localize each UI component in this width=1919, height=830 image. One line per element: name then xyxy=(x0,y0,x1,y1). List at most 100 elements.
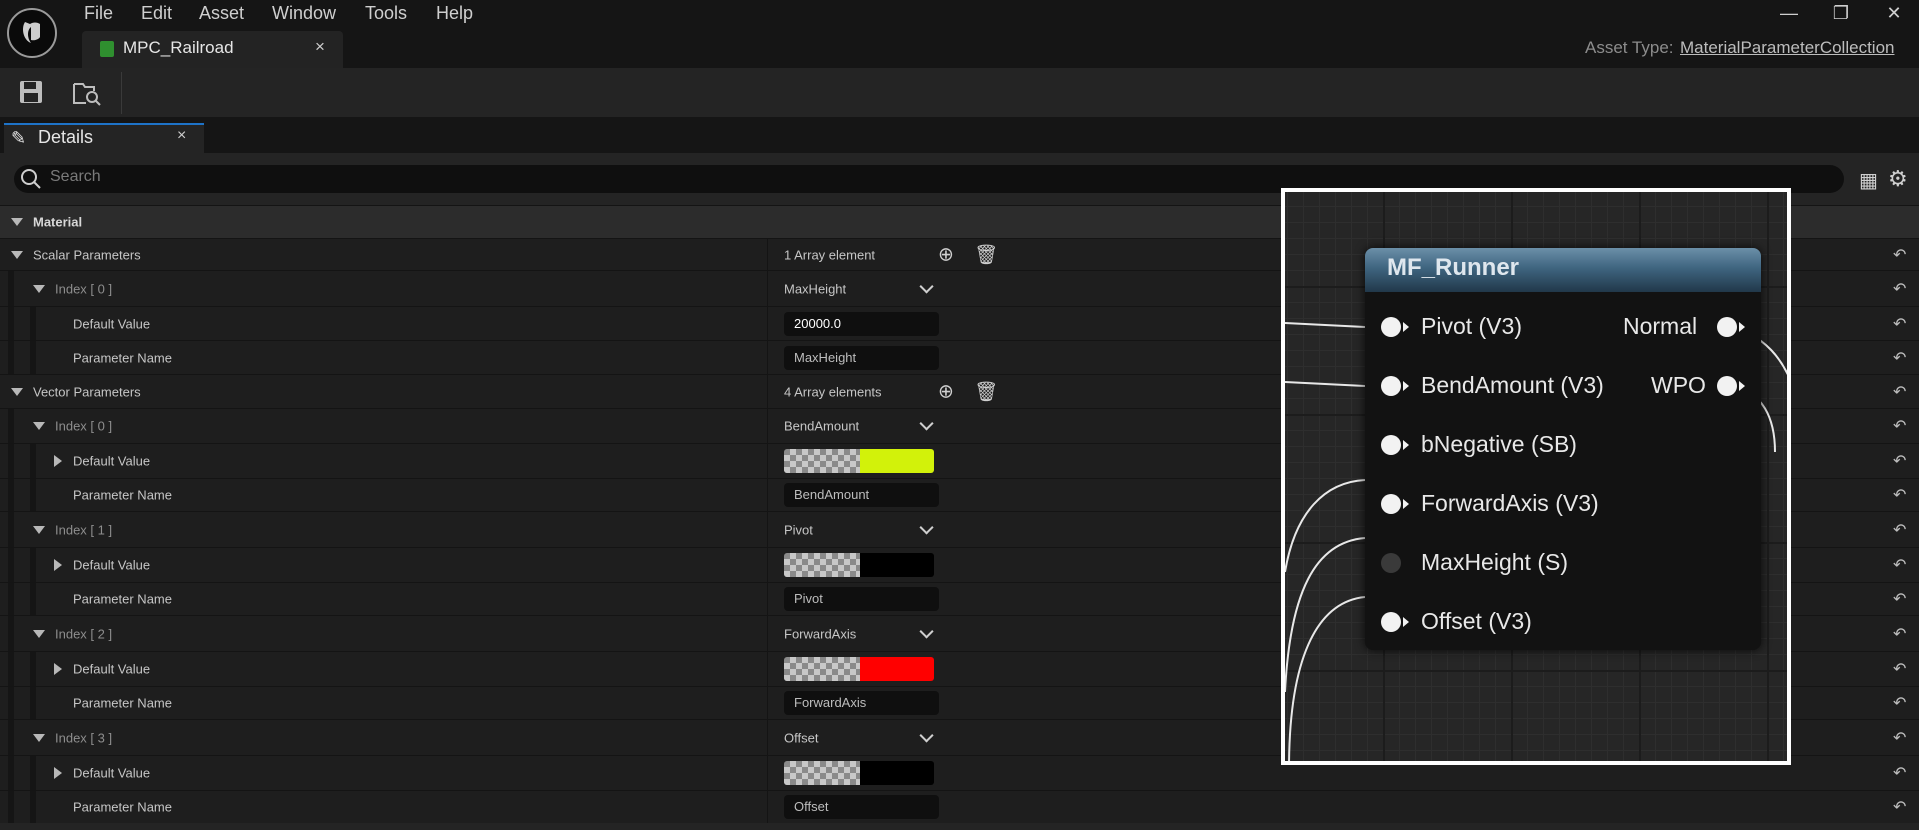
details-close-icon[interactable]: × xyxy=(177,127,186,145)
input-pin[interactable] xyxy=(1381,435,1401,455)
expand-arrow-icon[interactable] xyxy=(54,455,62,467)
material-node-overlay: MF_Runner Pivot (V3) BendAmount (V3) bNe… xyxy=(1281,188,1791,765)
asset-type-label: Asset Type: xyxy=(1585,38,1674,57)
reset-icon[interactable]: ↶ xyxy=(1893,589,1906,609)
settings-gear-icon[interactable]: ⚙ xyxy=(1888,166,1908,192)
reset-icon[interactable]: ↶ xyxy=(1893,797,1906,817)
restore-button[interactable]: ❐ xyxy=(1821,0,1861,26)
reset-icon[interactable]: ↶ xyxy=(1893,245,1906,265)
input-pin[interactable] xyxy=(1381,612,1401,632)
collapse-arrow-icon[interactable] xyxy=(33,284,45,293)
pin-arrow-icon xyxy=(1403,322,1409,332)
reset-icon[interactable]: ↶ xyxy=(1893,314,1906,334)
input-pin[interactable] xyxy=(1381,494,1401,514)
color-swatch[interactable] xyxy=(784,657,934,681)
collapse-arrow-icon[interactable] xyxy=(33,422,45,430)
input-pin[interactable] xyxy=(1381,317,1401,337)
color-swatch[interactable] xyxy=(784,449,934,473)
output-pin[interactable] xyxy=(1717,317,1737,337)
parameter-name-field[interactable]: ForwardAxis xyxy=(784,691,939,715)
delete-all-icon[interactable]: 🗑 xyxy=(974,243,998,267)
vector-param-name-row: Parameter Name Offset ↶ xyxy=(0,790,1919,823)
parameter-combo[interactable]: MaxHeight xyxy=(784,281,846,296)
column-divider xyxy=(767,271,768,306)
property-label: Default Value xyxy=(73,661,151,677)
indent-bar xyxy=(30,479,36,511)
indent-bar xyxy=(8,479,14,511)
expand-arrow-icon[interactable] xyxy=(54,663,62,675)
reset-icon[interactable]: ↶ xyxy=(1893,693,1906,713)
parameter-combo[interactable]: ForwardAxis xyxy=(784,626,856,641)
indent-bar xyxy=(30,756,36,790)
reset-icon[interactable]: ↶ xyxy=(1893,520,1906,540)
input-pin[interactable] xyxy=(1381,376,1401,396)
material-parameter-collection-icon xyxy=(100,41,114,57)
input-pin[interactable] xyxy=(1381,553,1401,573)
default-value-field[interactable]: 20000.0 xyxy=(784,311,939,336)
browse-to-asset-icon[interactable] xyxy=(72,79,102,107)
chevron-down-icon[interactable] xyxy=(919,278,934,294)
parameter-name-field[interactable]: MaxHeight xyxy=(784,345,939,370)
tab-close-icon[interactable]: × xyxy=(315,37,325,57)
reset-icon[interactable]: ↶ xyxy=(1893,555,1906,575)
table-view-icon[interactable]: ▦ xyxy=(1859,168,1878,193)
delete-all-icon[interactable]: 🗑 xyxy=(974,380,998,404)
parameter-name-field[interactable]: BendAmount xyxy=(784,483,939,507)
material-function-node[interactable]: MF_Runner Pivot (V3) BendAmount (V3) bNe… xyxy=(1365,248,1761,650)
reset-icon[interactable]: ↶ xyxy=(1893,728,1906,748)
collapse-arrow-icon[interactable] xyxy=(11,218,23,226)
property-label: Parameter Name xyxy=(73,591,172,607)
color-swatch[interactable] xyxy=(784,553,934,577)
chevron-down-icon[interactable] xyxy=(919,519,934,535)
menu-edit[interactable]: Edit xyxy=(141,0,172,26)
reset-icon[interactable]: ↶ xyxy=(1893,279,1906,299)
indent-bar xyxy=(30,444,36,478)
column-divider xyxy=(767,341,768,374)
reset-icon[interactable]: ↶ xyxy=(1893,624,1906,644)
reset-icon[interactable]: ↶ xyxy=(1893,416,1906,436)
add-element-icon[interactable]: ⊕ xyxy=(938,380,954,403)
parameter-combo[interactable]: Pivot xyxy=(784,522,813,537)
chevron-down-icon[interactable] xyxy=(919,623,934,639)
details-tab[interactable] xyxy=(4,123,204,153)
chevron-down-icon[interactable] xyxy=(919,416,934,431)
menu-tools[interactable]: Tools xyxy=(365,0,407,26)
output-pin[interactable] xyxy=(1717,376,1737,396)
parameter-name-field[interactable]: Pivot xyxy=(784,587,939,611)
minimize-button[interactable]: — xyxy=(1769,0,1809,26)
reset-icon[interactable]: ↶ xyxy=(1893,451,1906,471)
unreal-logo-icon[interactable] xyxy=(7,8,57,58)
parameter-combo[interactable]: Offset xyxy=(784,730,818,745)
property-label: Parameter Name xyxy=(73,799,172,815)
array-count: 4 Array elements xyxy=(784,384,882,399)
input-label: ForwardAxis (V3) xyxy=(1421,490,1599,516)
collapse-arrow-icon[interactable] xyxy=(33,733,45,742)
collapse-arrow-icon[interactable] xyxy=(11,250,23,259)
reset-icon[interactable]: ↶ xyxy=(1893,348,1906,368)
property-label: Parameter Name xyxy=(73,487,172,503)
expand-arrow-icon[interactable] xyxy=(54,559,62,571)
expand-arrow-icon[interactable] xyxy=(54,767,62,779)
color-swatch[interactable] xyxy=(784,761,934,785)
menu-asset[interactable]: Asset xyxy=(199,0,244,26)
menu-window[interactable]: Window xyxy=(272,0,336,26)
collapse-arrow-icon[interactable] xyxy=(33,629,45,638)
save-icon[interactable] xyxy=(18,79,44,105)
parameter-combo[interactable]: BendAmount xyxy=(784,419,859,434)
chevron-down-icon[interactable] xyxy=(919,727,934,743)
column-divider xyxy=(767,444,768,478)
collapse-arrow-icon[interactable] xyxy=(33,525,45,534)
collapse-arrow-icon[interactable] xyxy=(11,387,23,396)
close-window-button[interactable]: ✕ xyxy=(1874,0,1914,26)
reset-icon[interactable]: ↶ xyxy=(1893,659,1906,679)
menu-help[interactable]: Help xyxy=(436,0,473,26)
add-element-icon[interactable]: ⊕ xyxy=(938,243,954,266)
asset-type-link[interactable]: MaterialParameterCollection xyxy=(1680,38,1894,58)
column-divider xyxy=(767,756,768,790)
menu-file[interactable]: File xyxy=(84,0,113,26)
reset-icon[interactable]: ↶ xyxy=(1893,763,1906,783)
parameter-name-field[interactable]: Offset xyxy=(784,795,939,819)
reset-icon[interactable]: ↶ xyxy=(1893,382,1906,402)
indent-bar xyxy=(30,307,36,340)
reset-icon[interactable]: ↶ xyxy=(1893,485,1906,505)
